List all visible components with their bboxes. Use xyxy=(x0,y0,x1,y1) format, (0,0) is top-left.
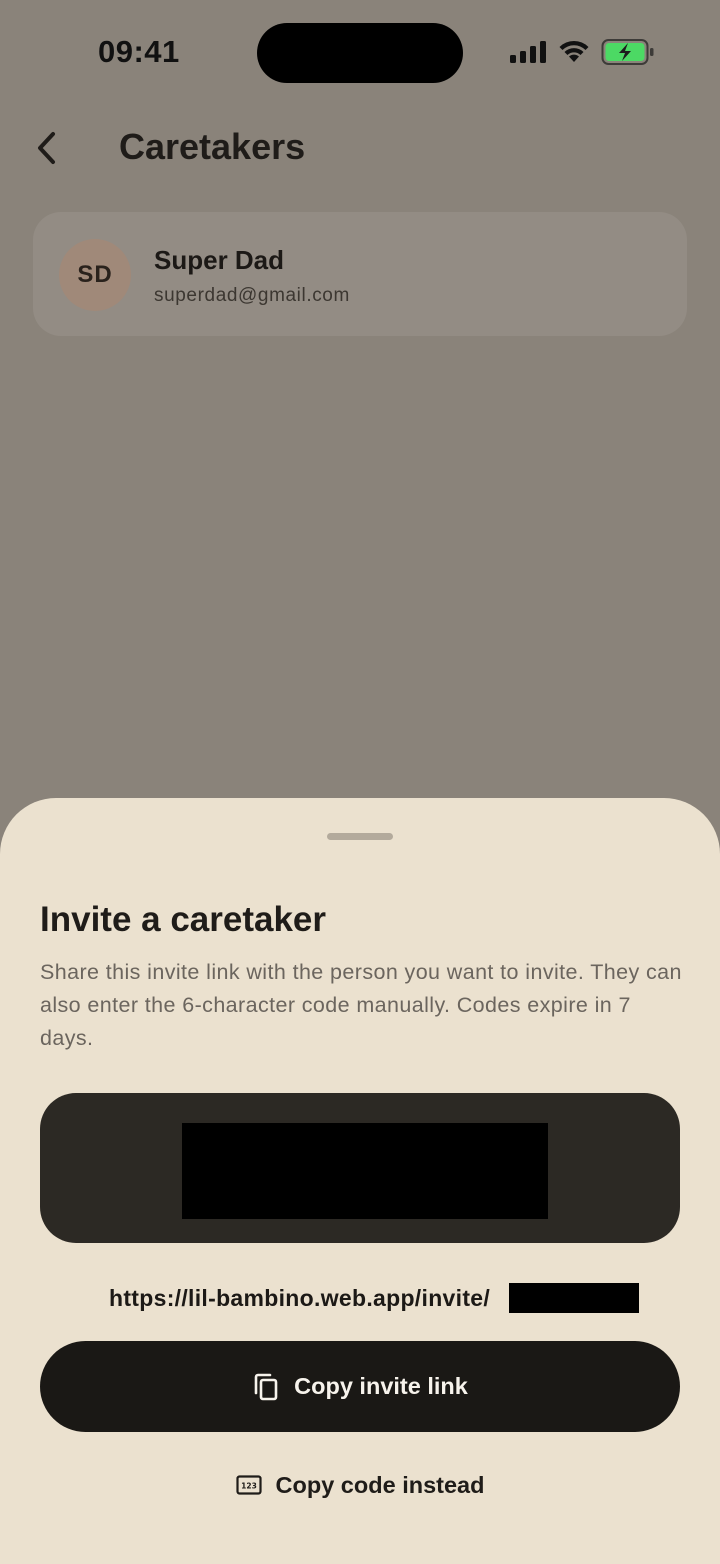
numeric-code-icon: 123 xyxy=(235,1475,262,1495)
invite-link-row: https://lil-bambino.web.app/invite/ xyxy=(0,1283,720,1315)
invite-code-box xyxy=(40,1093,680,1243)
copy-invite-link-label: Copy invite link xyxy=(294,1373,468,1399)
sheet-drag-handle[interactable] xyxy=(327,833,393,840)
status-time: 09:41 xyxy=(98,34,180,69)
chevron-left-icon xyxy=(38,132,55,164)
screen: 09:41 Caretakers SD Super Dad superdad@g… xyxy=(0,0,720,1564)
invite-bottom-sheet: Invite a caretaker Share this invite lin… xyxy=(0,798,720,1564)
svg-text:123: 123 xyxy=(241,1482,257,1491)
sheet-description: Share this invite link with the person y… xyxy=(40,960,682,1050)
copy-code-button[interactable]: 123 Copy code instead xyxy=(0,1463,720,1507)
caretaker-name: Super Dad xyxy=(154,245,285,275)
caretaker-email: superdad@gmail.com xyxy=(154,285,350,306)
dynamic-island xyxy=(257,23,463,83)
page-title: Caretakers xyxy=(119,126,306,167)
wifi-icon xyxy=(559,40,589,62)
copy-icon xyxy=(254,1373,278,1400)
back-button[interactable] xyxy=(22,124,70,172)
header: Caretakers xyxy=(0,110,720,190)
copy-code-label: Copy code instead xyxy=(275,1471,485,1498)
sheet-title: Invite a caretaker xyxy=(40,900,327,939)
invite-code-redacted xyxy=(182,1123,548,1219)
copy-invite-link-button[interactable]: Copy invite link xyxy=(40,1341,680,1432)
avatar: SD xyxy=(59,239,131,311)
invite-link-redacted xyxy=(509,1283,639,1313)
cellular-signal-icon xyxy=(510,41,546,63)
status-bar: 09:41 xyxy=(0,0,720,100)
caretaker-card[interactable]: SD Super Dad superdad@gmail.com xyxy=(33,212,687,336)
invite-link-text: https://lil-bambino.web.app/invite/ xyxy=(109,1285,491,1311)
battery-charging-icon xyxy=(601,39,654,65)
